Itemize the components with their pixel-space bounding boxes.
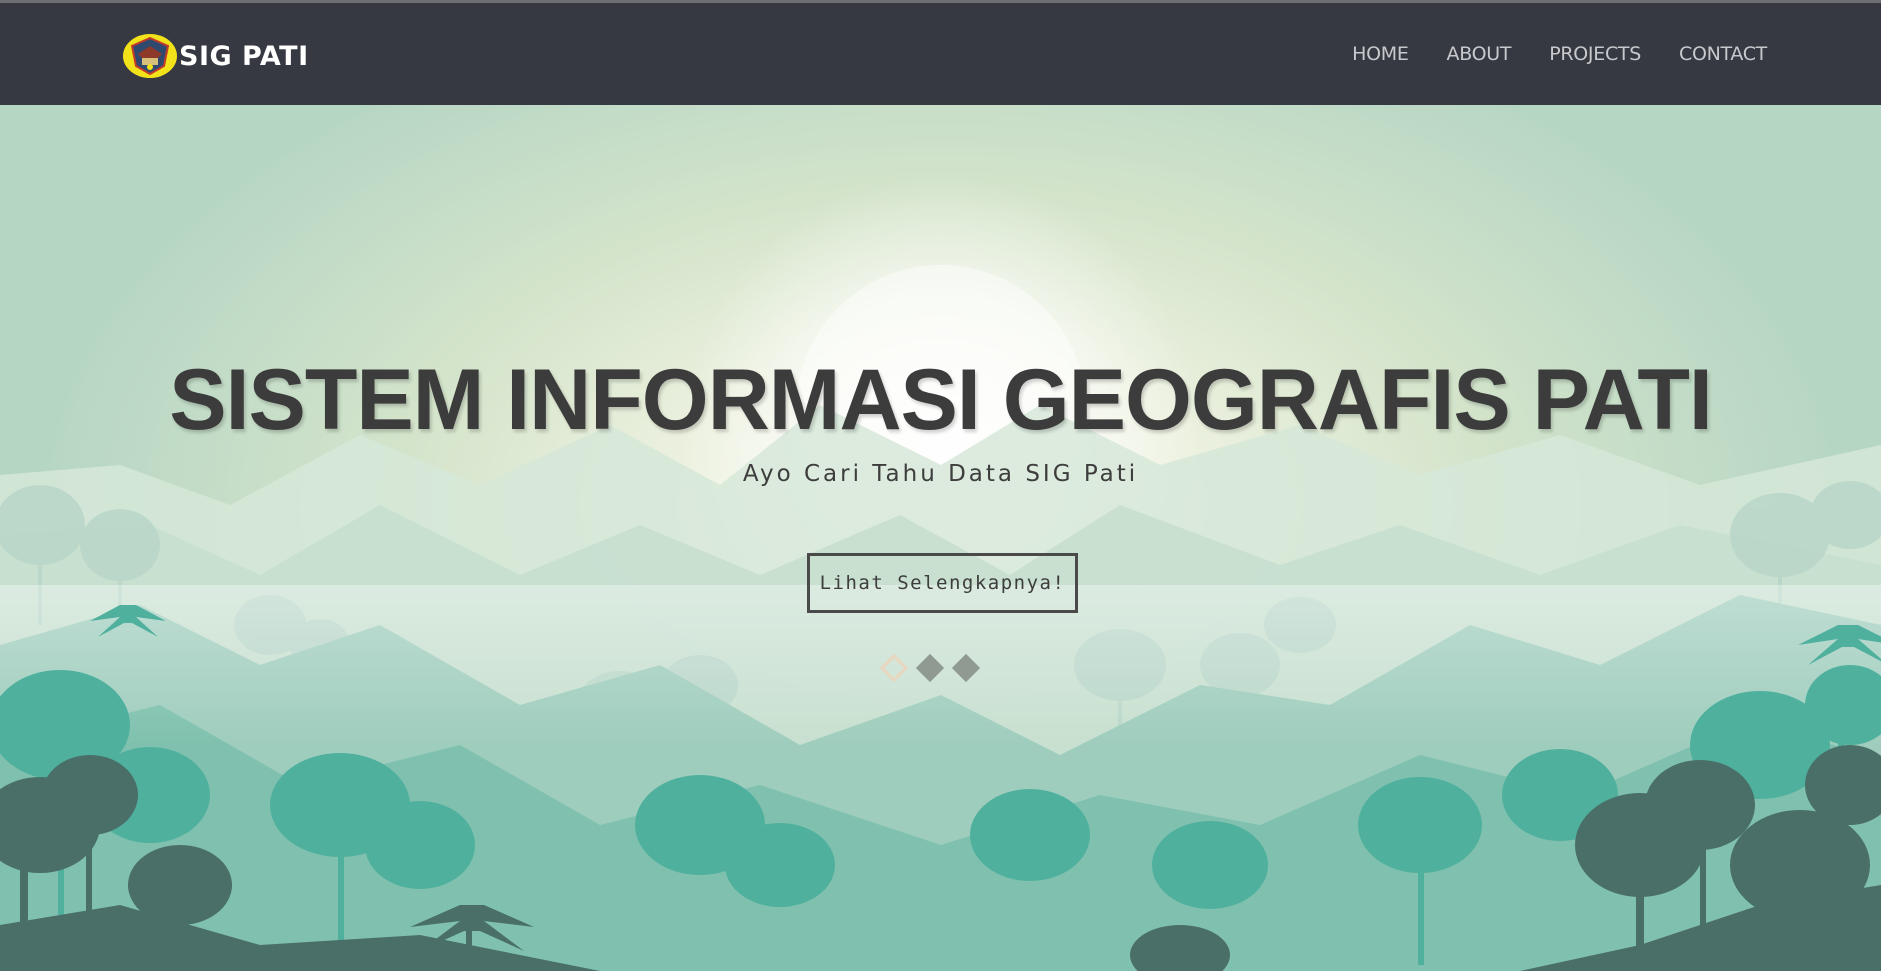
brand-link[interactable]: SIG PATI	[123, 33, 309, 79]
hero-background-illustration	[0, 175, 1881, 971]
nav-contact[interactable]: CONTACT	[1679, 43, 1767, 65]
nav-projects[interactable]: PROJECTS	[1549, 43, 1641, 65]
brand-name: SIG PATI	[179, 40, 309, 72]
navbar: SIG PATI HOME ABOUT PROJECTS CONTACT	[0, 3, 1881, 105]
hero-subtitle: Ayo Cari Tahu Data SIG Pati	[742, 461, 1139, 487]
nav-home[interactable]: HOME	[1352, 43, 1409, 65]
hero-section: SISTEM INFORMASI GEOGRAFIS PATI Ayo Cari…	[0, 105, 1881, 971]
nav-about[interactable]: ABOUT	[1447, 43, 1512, 65]
see-more-button[interactable]: Lihat Selengkapnya!	[807, 553, 1078, 613]
main-nav: HOME ABOUT PROJECTS CONTACT	[1352, 43, 1767, 65]
hero-title: SISTEM INFORMASI GEOGRAFIS PATI	[169, 352, 1713, 448]
slide-indicator-1[interactable]	[879, 653, 909, 683]
pati-emblem-icon	[123, 34, 177, 78]
slide-indicator-3[interactable]	[951, 653, 981, 683]
slide-indicators	[879, 653, 981, 683]
slide-indicator-2[interactable]	[915, 653, 945, 683]
